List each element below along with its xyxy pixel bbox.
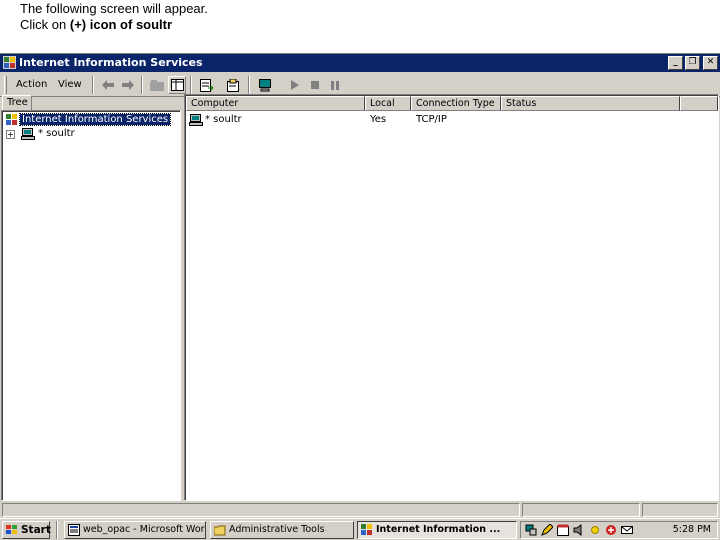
iis-app-icon [3,56,16,69]
word-doc-icon [68,524,80,536]
properties-icon[interactable] [224,76,242,94]
list-pane: Computer Local Connection Type Status * … [184,94,719,501]
title-bar[interactable]: Internet Information Services _ ❐ ✕ [0,54,720,72]
start-button[interactable]: Start [2,521,51,539]
tree-item-soultr[interactable]: + * soultr [4,127,84,141]
tree-tab[interactable]: Tree [2,95,32,111]
task-admin-tools[interactable]: Administrative Tools [210,521,354,539]
export-list-icon[interactable] [197,76,215,94]
up-icon[interactable] [148,76,166,94]
cell-local: Yes [370,114,387,125]
network-icon[interactable] [525,524,537,536]
pencil-icon[interactable] [541,524,553,536]
tree-item-root[interactable]: Internet Information Services [6,113,172,127]
clock[interactable]: 5:28 PM [673,522,711,538]
back-icon[interactable] [99,76,117,94]
sun-icon[interactable] [589,524,601,536]
toolbar-separator [190,76,192,94]
toolbar-separator [92,76,94,94]
taskbar-separator [56,521,58,539]
task-label: web_opac - Microsoft Word [83,524,206,535]
iis-root-icon [6,114,17,125]
column-header-local[interactable]: Local [365,96,411,111]
computer-node-icon [21,128,35,140]
caption-line-1: The following screen will appear. [20,1,208,16]
status-segment [522,503,640,517]
start-icon[interactable] [286,76,304,94]
menu-view[interactable]: View [56,77,84,93]
status-bar [0,502,720,518]
envelope-icon[interactable] [621,524,633,536]
close-button[interactable]: ✕ [703,56,718,70]
folder-icon [214,525,226,536]
speaker-icon[interactable] [573,524,585,536]
toolbar-grip[interactable] [4,76,7,94]
task-word[interactable]: web_opac - Microsoft Word [64,521,206,539]
forward-icon[interactable] [119,76,137,94]
column-header-status[interactable]: Status [501,96,680,111]
show-hide-tree-icon[interactable] [168,76,186,94]
iis-task-icon [361,524,372,535]
tree-pane: Internet Information Services + * soultr [1,110,181,501]
column-header-computer[interactable]: Computer [186,96,365,111]
menu-action[interactable]: Action [14,77,49,93]
system-tray: 5:28 PM [520,521,718,539]
cell-connection-type: TCP/IP [416,114,447,125]
start-label: Start [21,524,51,536]
restore-button[interactable]: ❐ [685,56,700,70]
computer-row-icon [189,114,203,126]
instruction-caption: The following screen will appear. Click … [20,1,208,33]
task-label: Internet Information ... [376,524,501,535]
task-iis[interactable]: Internet Information ... [357,521,517,539]
pause-icon[interactable] [326,76,344,94]
taskbar: Start web_opac - Microsoft Word Administ… [0,518,720,540]
expand-plus-icon[interactable]: + [6,130,15,139]
iis-window: Internet Information Services _ ❐ ✕ Acti… [0,53,720,518]
column-header-connection-type[interactable]: Connection Type [411,96,501,111]
caption-emphasis: (+) icon of soultr [69,17,173,32]
minimize-button[interactable]: _ [668,56,683,70]
window-title: Internet Information Services [19,56,203,69]
toolbar-separator [248,76,250,94]
task-scheduler-icon[interactable] [557,524,569,536]
computer-icon[interactable] [256,76,274,94]
column-header-filler [680,96,718,111]
caption-prefix: Click on [20,17,70,32]
caption-line-2: Click on (+) icon of soultr [20,17,208,33]
tree-root-label[interactable]: Internet Information Services [18,113,172,126]
task-label: Administrative Tools [229,524,325,535]
windows-flag-icon [6,525,17,534]
toolbar-separator [141,76,143,94]
status-segment [2,503,520,517]
tree-child-label: * soultr [38,128,75,139]
cell-computer: * soultr [205,114,242,125]
antivirus-icon[interactable] [605,524,617,536]
stop-icon[interactable] [306,76,324,94]
status-segment [642,503,718,517]
